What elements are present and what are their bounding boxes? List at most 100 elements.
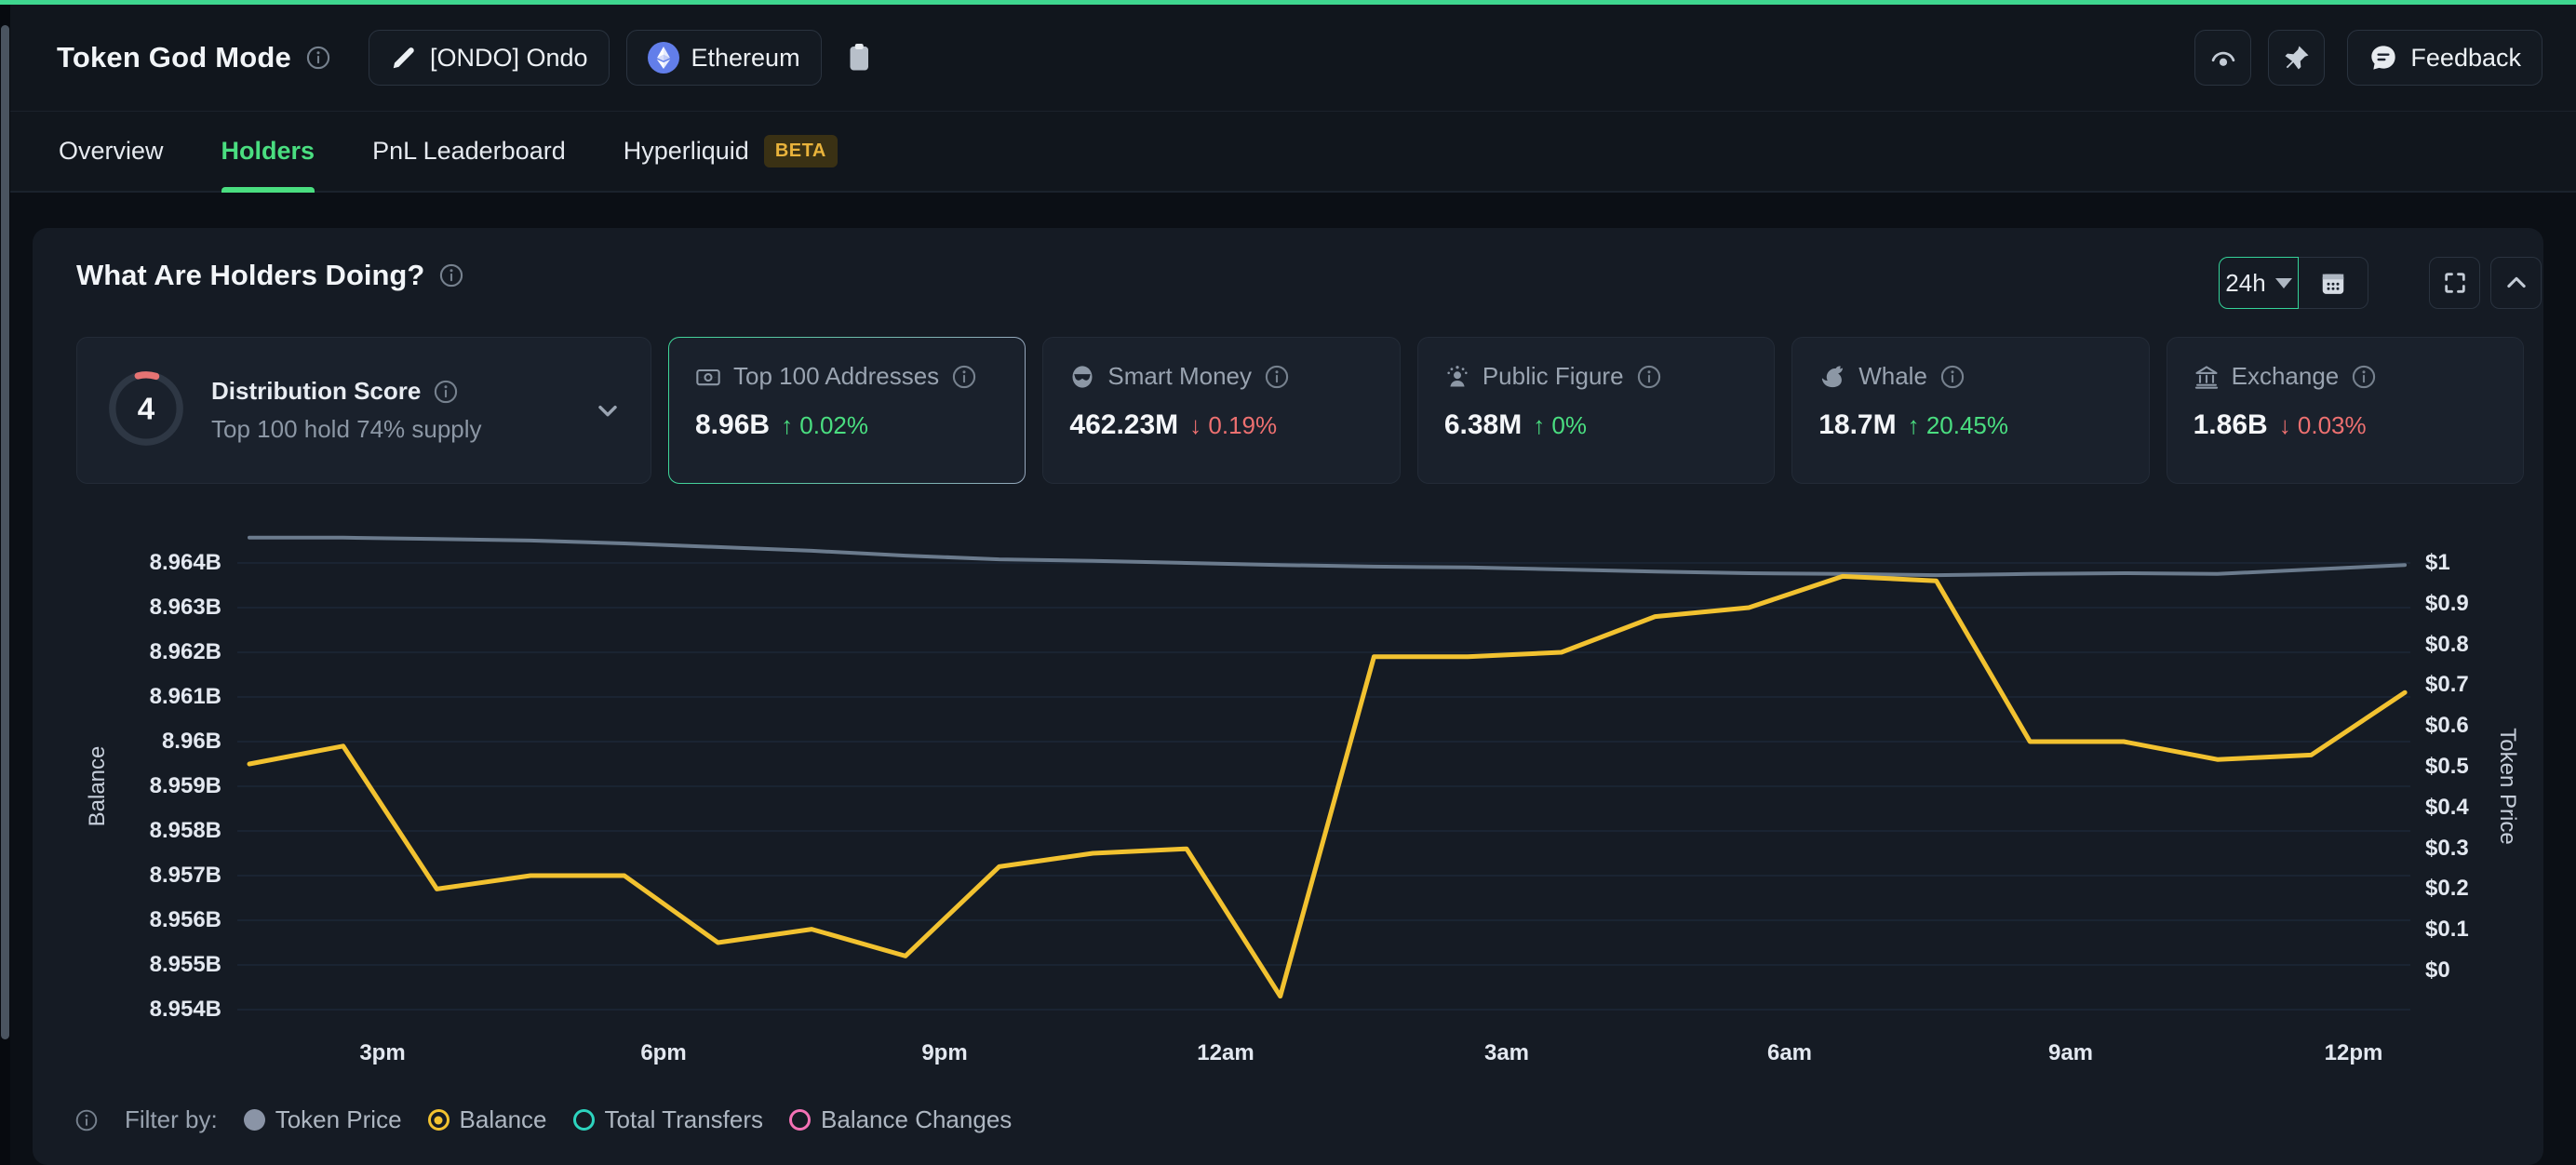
tab-holders[interactable]: Holders bbox=[221, 112, 315, 191]
right-axis-tick: $0.5 bbox=[2425, 753, 2469, 781]
info-icon[interactable] bbox=[438, 262, 464, 288]
collapse-button[interactable] bbox=[2490, 257, 2542, 309]
card-title-row: Smart Money bbox=[1069, 362, 1373, 391]
watch-button[interactable] bbox=[2194, 30, 2251, 86]
speech-bubble-icon bbox=[2368, 43, 2398, 73]
loading-bar bbox=[0, 0, 2576, 5]
left-axis-tick: 8.96B bbox=[128, 728, 221, 756]
x-axis-tick: 3am bbox=[1442, 1039, 1572, 1067]
calendar-icon bbox=[2319, 269, 2347, 297]
distribution-score-subtitle: Top 100 hold 74% supply bbox=[211, 415, 569, 444]
header: Token God Mode [ONDO] Ondo Ethereum Feed… bbox=[10, 5, 2576, 111]
x-axis-tick: 3pm bbox=[317, 1039, 448, 1067]
tab-bar: Overview Holders PnL Leaderboard Hyperliqui… bbox=[10, 111, 2576, 193]
card-title-row: Top 100 Addresses bbox=[695, 362, 999, 391]
calendar-button[interactable] bbox=[2298, 257, 2368, 309]
feedback-button[interactable]: Feedback bbox=[2347, 30, 2542, 86]
card-value: 8.96B bbox=[695, 409, 770, 441]
card-value: 1.86B bbox=[2194, 409, 2268, 441]
tab-label: Overview bbox=[59, 137, 164, 166]
whale-icon bbox=[1818, 364, 1846, 390]
left-axis-tick: 8.964B bbox=[128, 549, 221, 577]
ring-icon bbox=[789, 1109, 811, 1131]
beta-badge: BETA bbox=[764, 135, 838, 167]
tab-label: Hyperliquid bbox=[624, 137, 749, 166]
eye-icon bbox=[2207, 44, 2239, 72]
legend-label: Total Transfers bbox=[605, 1105, 764, 1134]
right-axis-tick: $1 bbox=[2425, 549, 2450, 577]
card-whale[interactable]: Whale18.7M↑ 20.45% bbox=[1791, 337, 2149, 484]
info-icon[interactable] bbox=[1939, 364, 1966, 390]
x-axis-tick: 9pm bbox=[879, 1039, 1010, 1067]
page-title: Token God Mode bbox=[57, 41, 291, 74]
right-axis-tick: $0.7 bbox=[2425, 671, 2469, 699]
legend-label: Token Price bbox=[275, 1105, 402, 1134]
left-axis-tick: 8.961B bbox=[128, 683, 221, 711]
left-axis-tick: 8.958B bbox=[128, 817, 221, 845]
info-icon[interactable] bbox=[305, 45, 331, 71]
bank-icon bbox=[2194, 364, 2220, 390]
info-icon[interactable] bbox=[2351, 364, 2377, 390]
card-smart-money[interactable]: Smart Money 462.23M↓ 0.19% bbox=[1042, 337, 1400, 484]
chain-select-label: Ethereum bbox=[691, 44, 800, 73]
chart-filter-legend: Filter by: Token PriceBalanceTotal Trans… bbox=[74, 1105, 1012, 1134]
card-title: Top 100 Addresses bbox=[733, 362, 939, 391]
info-icon[interactable] bbox=[951, 364, 977, 390]
tab-label: Holders bbox=[221, 137, 315, 166]
right-axis-tick: $0.4 bbox=[2425, 794, 2469, 822]
timeframe-dropdown[interactable]: 24h bbox=[2219, 257, 2299, 309]
distribution-score-gauge: 4 bbox=[105, 368, 187, 454]
fullscreen-button[interactable] bbox=[2429, 257, 2480, 309]
tab-overview[interactable]: Overview bbox=[59, 112, 164, 191]
tab-label: PnL Leaderboard bbox=[372, 137, 566, 166]
card-value-row: 18.7M↑ 20.45% bbox=[1818, 409, 2122, 441]
right-axis-tick: $0.3 bbox=[2425, 835, 2469, 863]
card-public-figure[interactable]: Public Figure 6.38M↑ 0% bbox=[1417, 337, 1775, 484]
x-axis-tick: 12pm bbox=[2288, 1039, 2419, 1067]
tab-pnl-leaderboard[interactable]: PnL Leaderboard bbox=[372, 112, 566, 191]
pin-button[interactable] bbox=[2268, 30, 2325, 86]
panel-title-row: What Are Holders Doing? bbox=[76, 259, 464, 292]
token-select-button[interactable]: [ONDO] Ondo bbox=[369, 30, 610, 86]
left-scrollbar-thumb[interactable] bbox=[1, 25, 9, 1039]
chevron-down-icon[interactable] bbox=[593, 395, 623, 425]
x-axis-tick: 12am bbox=[1161, 1039, 1291, 1067]
card-top-100-addresses[interactable]: Top 100 Addresses 8.96B↑ 0.02% bbox=[668, 337, 1026, 484]
left-scrollbar-track[interactable] bbox=[0, 5, 10, 1165]
card-title: Public Figure bbox=[1483, 362, 1624, 391]
info-icon[interactable] bbox=[1264, 364, 1290, 390]
card-delta: ↑ 0% bbox=[1533, 411, 1587, 440]
holders-balance-chart[interactable] bbox=[237, 530, 2410, 1028]
card-value-row: 8.96B↑ 0.02% bbox=[695, 409, 999, 441]
panel-title: What Are Holders Doing? bbox=[76, 259, 424, 292]
info-icon[interactable] bbox=[1636, 364, 1662, 390]
card-distribution-score[interactable]: 4Distribution ScoreTop 100 hold 74% supp… bbox=[76, 337, 651, 484]
copy-address-icon[interactable] bbox=[846, 41, 874, 74]
legend-filter-balance-changes[interactable]: Balance Changes bbox=[789, 1105, 1012, 1134]
x-axis-tick: 6pm bbox=[598, 1039, 729, 1067]
card-exchange[interactable]: Exchange1.86B↓ 0.03% bbox=[2167, 337, 2524, 484]
chevron-up-icon bbox=[2503, 270, 2529, 296]
tab-hyperliquid[interactable]: Hyperliquid BETA bbox=[624, 112, 838, 191]
public-figure-icon bbox=[1444, 364, 1470, 390]
card-value-row: 462.23M↓ 0.19% bbox=[1069, 409, 1373, 441]
card-value-row: 6.38M↑ 0% bbox=[1444, 409, 1748, 441]
right-axis-tick: $0.1 bbox=[2425, 916, 2469, 944]
smart-money-icon bbox=[1069, 364, 1095, 390]
fullscreen-icon bbox=[2442, 270, 2468, 296]
legend-filter-token-price[interactable]: Token Price bbox=[244, 1105, 402, 1134]
card-title-row: Public Figure bbox=[1444, 362, 1748, 391]
right-axis-tick: $0.8 bbox=[2425, 631, 2469, 659]
card-value-row: 1.86B↓ 0.03% bbox=[2194, 409, 2497, 441]
holder-stat-cards: 4Distribution ScoreTop 100 hold 74% supp… bbox=[76, 337, 2524, 484]
info-icon[interactable] bbox=[74, 1108, 99, 1132]
legend-filter-total-transfers[interactable]: Total Transfers bbox=[573, 1105, 764, 1134]
chain-select-button[interactable]: Ethereum bbox=[626, 30, 822, 86]
info-icon[interactable] bbox=[433, 379, 459, 405]
legend-filter-balance[interactable]: Balance bbox=[428, 1105, 547, 1134]
timeframe-value: 24h bbox=[2225, 269, 2265, 298]
banknote-icon bbox=[695, 364, 721, 390]
left-axis-tick: 8.962B bbox=[128, 638, 221, 666]
edit-pencil-icon bbox=[390, 44, 418, 72]
left-axis-tick: 8.954B bbox=[128, 996, 221, 1024]
